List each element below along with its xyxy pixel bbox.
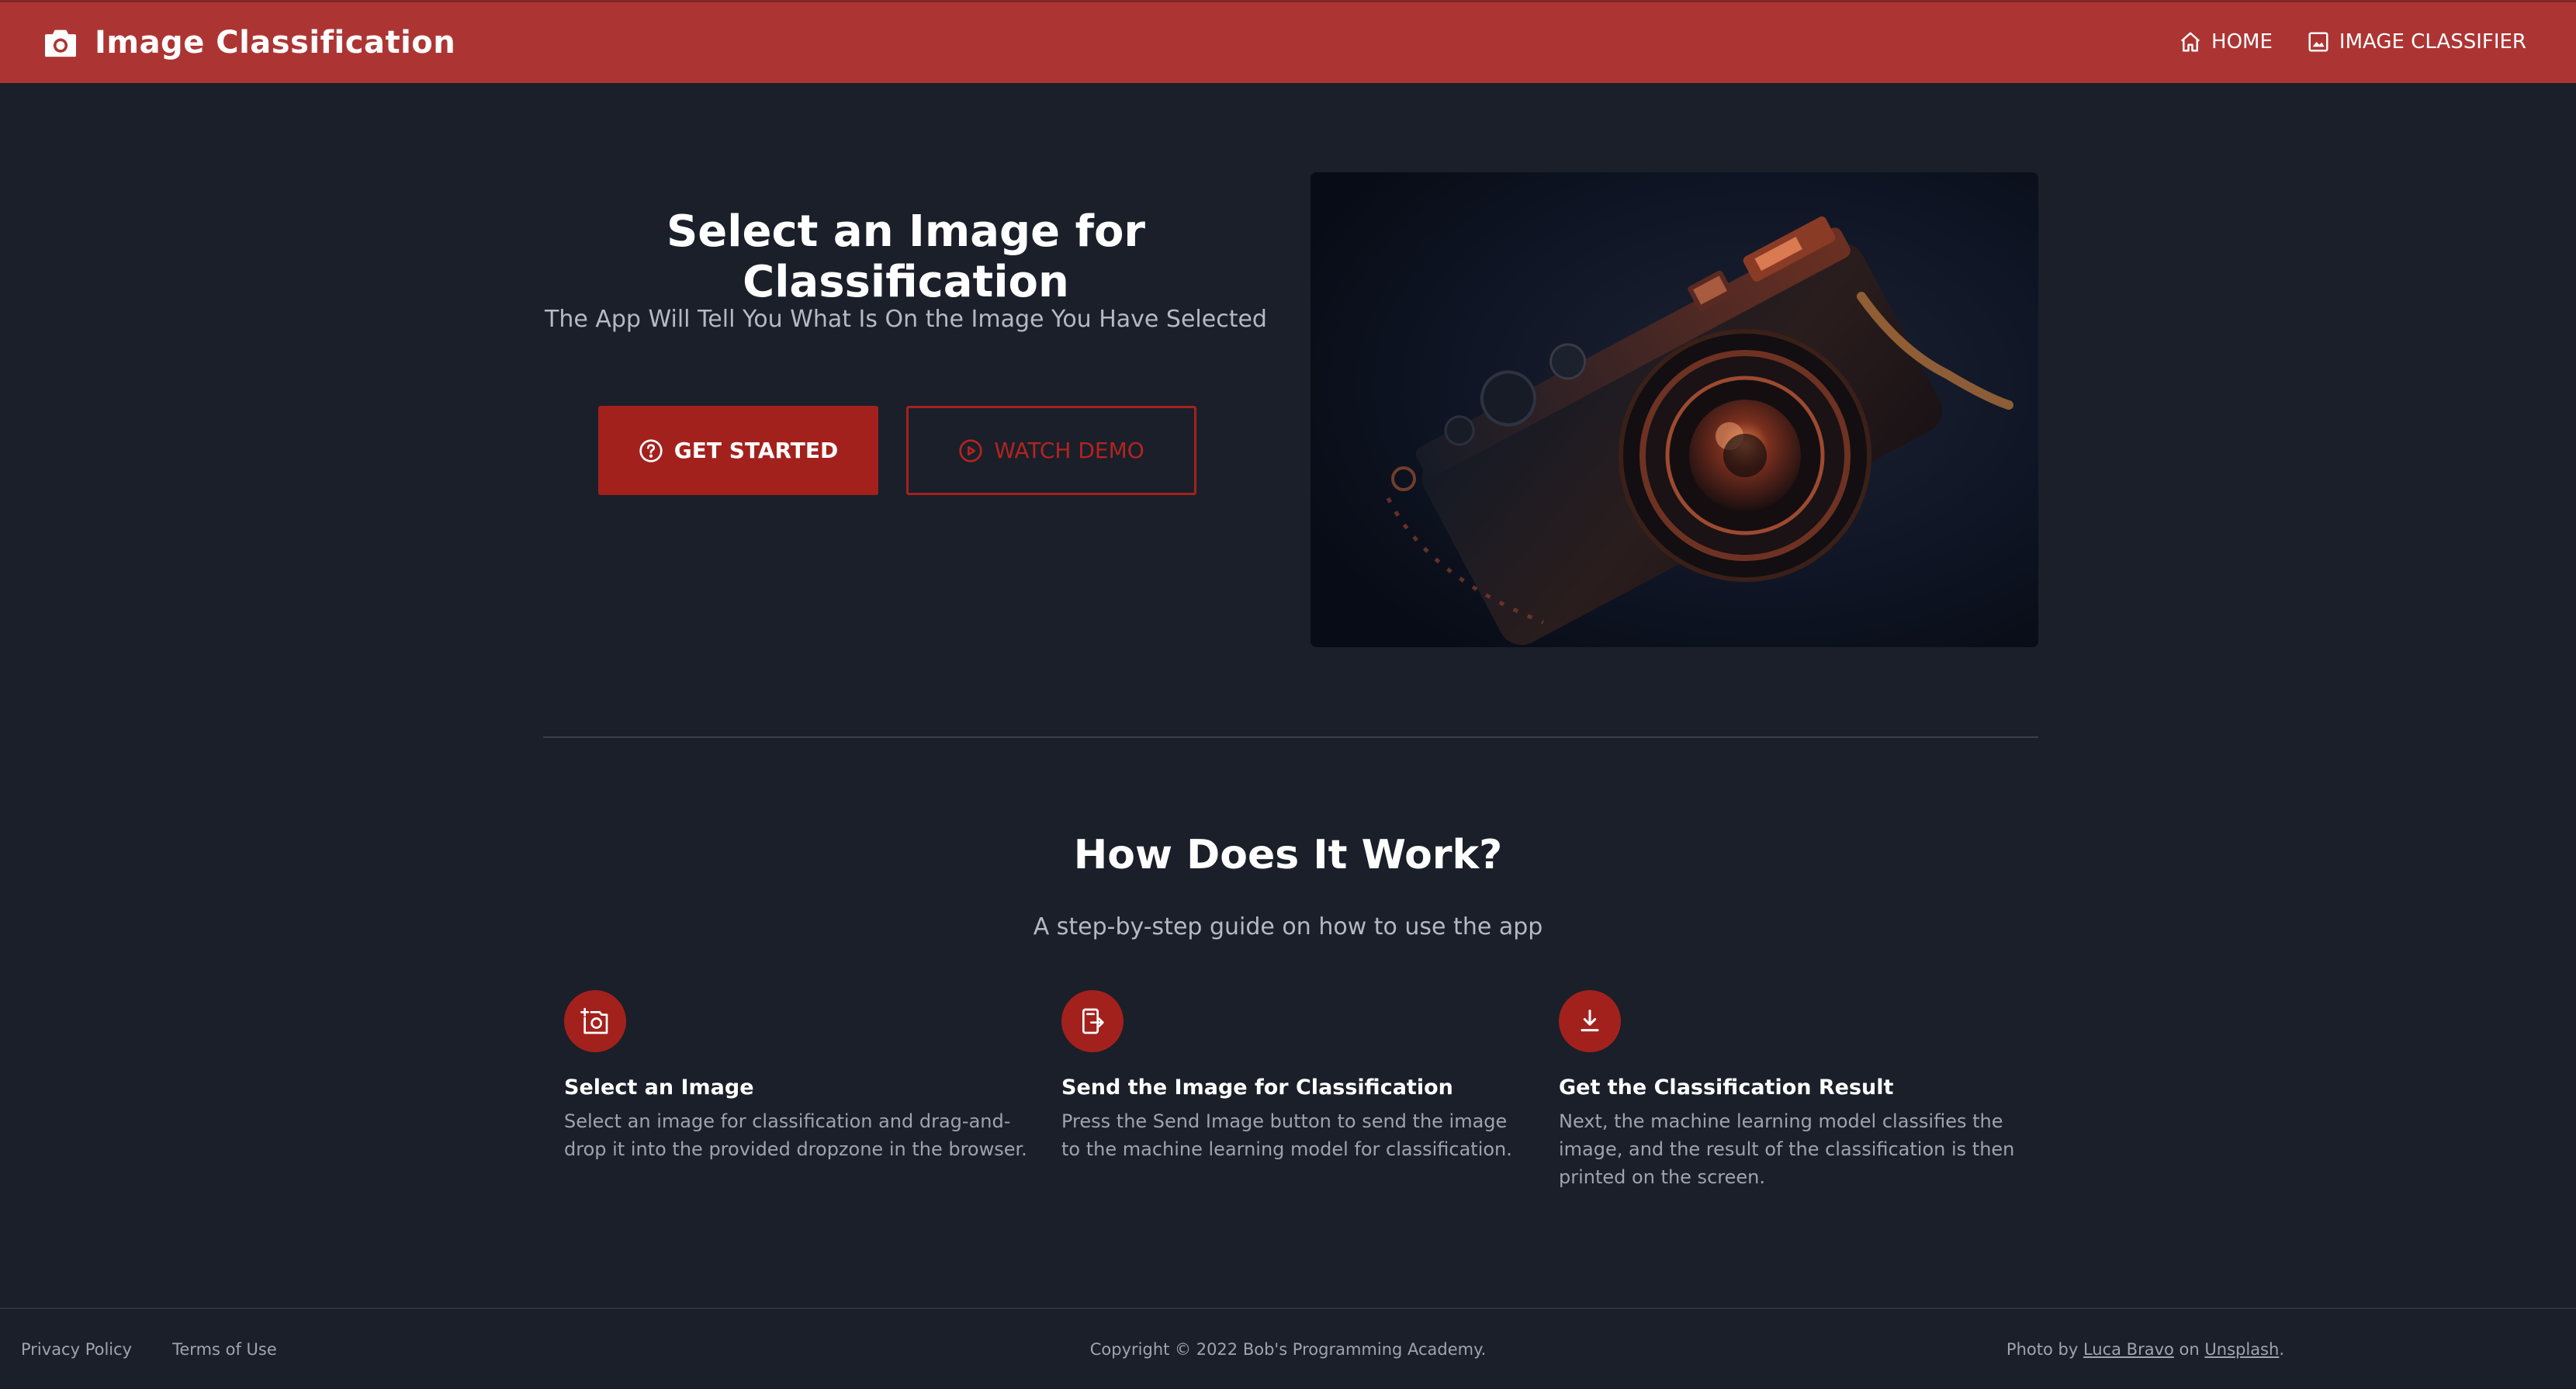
brand[interactable]: Image Classification: [43, 23, 455, 62]
watch-demo-button[interactable]: WATCH DEMO: [906, 406, 1196, 495]
get-started-button[interactable]: GET STARTED: [598, 406, 878, 495]
nav-image-classifier-label: IMAGE CLASSIFIER: [2339, 30, 2526, 54]
step-select-image-description: Select an image for classification and d…: [564, 1110, 1027, 1160]
step-select-image: Select an Image Select an image for clas…: [564, 990, 1030, 1163]
hero-subtitle: The App Will Tell You What Is On the Ima…: [545, 306, 1267, 333]
send-device-icon: [1061, 990, 1124, 1052]
nav-image-classifier-link[interactable]: IMAGE CLASSIFIER: [2307, 30, 2526, 54]
play-circle-icon: [958, 438, 983, 463]
navbar: Image Classification HOME IMAGE CLASSIFI…: [0, 0, 2576, 83]
unsplash-link[interactable]: Unsplash: [2204, 1340, 2279, 1359]
step-select-image-title: Select an Image: [564, 1076, 754, 1100]
photo-author-link[interactable]: Luca Bravo: [2083, 1340, 2174, 1359]
step-get-result-title: Get the Classification Result: [1559, 1076, 1894, 1100]
hero-title: Select an Image for Classification: [666, 206, 1146, 307]
nav-home-label: HOME: [2211, 30, 2273, 54]
question-circle-icon: [639, 438, 663, 463]
step-get-result-description: Next, the machine learning model classif…: [1559, 1110, 2015, 1188]
footer: Privacy Policy Terms of Use Copyright © …: [0, 1308, 2576, 1389]
how-it-works-subtitle: A step-by-step guide on how to use the a…: [1033, 913, 1543, 940]
camera-icon: [43, 27, 78, 58]
photo-credit-prefix: Photo by: [2006, 1340, 2079, 1359]
section-divider: [543, 736, 2038, 738]
step-send-image-title: Send the Image for Classification: [1061, 1076, 1453, 1100]
home-icon: [2179, 30, 2202, 54]
image-icon: [2307, 30, 2330, 54]
watch-demo-label: WATCH DEMO: [994, 438, 1144, 463]
how-it-works-title: How Does It Work?: [1073, 832, 1503, 878]
step-send-image-description: Press the Send Image button to send the …: [1061, 1110, 1512, 1160]
nav-links: HOME IMAGE CLASSIFIER: [2179, 30, 2526, 54]
download-icon: [1559, 990, 1621, 1052]
photo-credit: Photo by Luca Bravo on Unsplash.: [2006, 1340, 2284, 1359]
photo-credit-suffix: .: [2279, 1340, 2284, 1359]
nav-home-link[interactable]: HOME: [2179, 30, 2273, 54]
get-started-label: GET STARTED: [673, 438, 839, 463]
step-send-image: Send the Image for Classification Press …: [1061, 990, 1527, 1163]
step-get-result: Get the Classification Result Next, the …: [1559, 990, 2024, 1191]
photo-credit-joiner: on: [2179, 1340, 2200, 1359]
add-photo-icon: [564, 990, 626, 1052]
hero-camera-image: [1311, 172, 2038, 647]
brand-title: Image Classification: [95, 25, 456, 61]
